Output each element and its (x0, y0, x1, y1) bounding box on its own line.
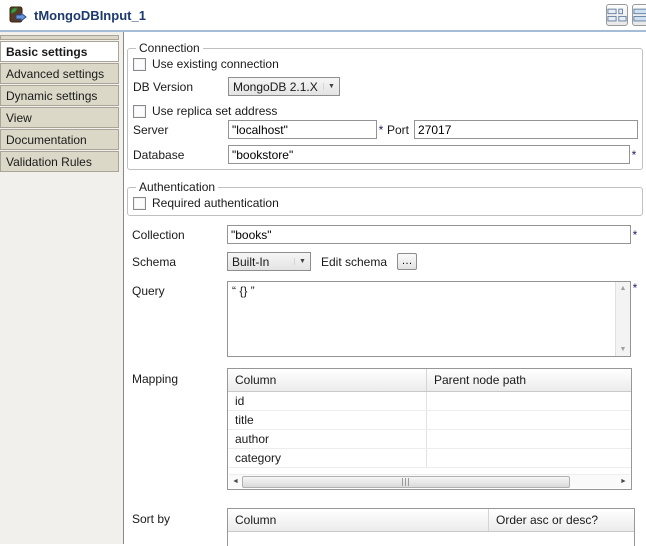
query-textarea[interactable]: “ {} ” ▲ ▼ (227, 281, 631, 357)
tab-label: Validation Rules (6, 155, 92, 169)
database-input[interactable] (228, 145, 630, 164)
component-title: tMongoDBInput_1 (34, 8, 146, 23)
query-label: Query (132, 281, 227, 298)
mapping-cell-column[interactable]: title (228, 411, 427, 429)
db-version-label: DB Version (133, 80, 228, 94)
mapping-cell-parent[interactable] (427, 430, 631, 448)
required-asterisk: * (631, 281, 639, 295)
tab-strip (0, 35, 119, 40)
required-authentication-checkbox[interactable] (133, 197, 146, 210)
edit-schema-label: Edit schema (321, 255, 387, 269)
sort-by-header-order[interactable]: Order asc or desc? (489, 509, 634, 531)
mapping-row[interactable]: title (228, 411, 631, 430)
mapping-cell-column[interactable]: author (228, 430, 427, 448)
scrollbar-thumb[interactable] (242, 476, 570, 488)
mapping-row[interactable]: id (228, 392, 631, 411)
sort-by-label: Sort by (132, 508, 227, 526)
tab-basic-settings[interactable]: Basic settings (0, 41, 119, 62)
collection-label: Collection (132, 228, 227, 242)
component-settings-window: tMongoDBInput_1 Basic sett (0, 0, 646, 546)
sort-by-table-header: Column Order asc or desc? (228, 509, 634, 532)
chevron-down-icon: ▼ (294, 258, 310, 265)
db-version-value: MongoDB 2.1.X (229, 80, 323, 94)
mapping-cell-parent[interactable] (427, 449, 631, 467)
tab-validation-rules[interactable]: Validation Rules (0, 151, 119, 172)
mapping-row[interactable]: category (228, 449, 631, 468)
component-header: tMongoDBInput_1 (0, 0, 646, 32)
vertical-layout-icon (633, 8, 646, 23)
tab-label: View (6, 111, 32, 125)
ellipsis-icon: … (402, 255, 413, 267)
schema-label: Schema (132, 255, 227, 269)
database-label: Database (133, 148, 228, 162)
scroll-down-icon[interactable]: ▼ (620, 343, 627, 356)
chevron-down-icon: ▼ (323, 83, 339, 90)
mapping-header-parent-node-path[interactable]: Parent node path (427, 369, 631, 391)
vertical-layout-button[interactable] (632, 4, 646, 26)
horizontal-layout-button[interactable] (606, 4, 628, 26)
use-existing-connection-checkbox[interactable] (133, 58, 146, 71)
schema-value: Built-In (228, 255, 294, 269)
use-existing-connection-label: Use existing connection (152, 57, 279, 71)
mapping-table: Column Parent node path id title author (227, 368, 632, 490)
collection-input[interactable] (227, 225, 631, 244)
query-vertical-scrollbar[interactable]: ▲ ▼ (615, 282, 630, 356)
tab-label: Dynamic settings (6, 89, 97, 103)
scrollbar-grip-icon (402, 478, 411, 486)
tab-label: Basic settings (6, 45, 87, 59)
authentication-group-legend: Authentication (136, 180, 218, 194)
server-label: Server (133, 123, 228, 137)
db-version-select[interactable]: MongoDB 2.1.X ▼ (228, 77, 340, 96)
connection-group: Connection Use existing connection DB Ve… (127, 41, 643, 170)
mapping-table-header: Column Parent node path (228, 369, 631, 392)
settings-tab-list: Basic settings Advanced settings Dynamic… (0, 32, 124, 544)
horizontal-layout-icon (607, 8, 627, 23)
mongodb-input-component-icon (9, 6, 27, 24)
tab-view[interactable]: View (0, 107, 119, 128)
required-asterisk: * (631, 228, 639, 242)
query-value: “ {} ” (232, 284, 255, 298)
tab-dynamic-settings[interactable]: Dynamic settings (0, 85, 119, 106)
mapping-cell-parent[interactable] (427, 411, 631, 429)
mapping-label: Mapping (132, 368, 227, 386)
use-replica-set-label: Use replica set address (152, 104, 277, 118)
tab-label: Advanced settings (6, 67, 104, 81)
scroll-left-icon[interactable]: ◄ (229, 478, 242, 485)
mapping-row[interactable]: author (228, 430, 631, 449)
tab-documentation[interactable]: Documentation (0, 129, 119, 150)
port-label: Port (387, 123, 409, 137)
scroll-up-icon[interactable]: ▲ (620, 282, 627, 295)
sort-by-table: Column Order asc or desc? (227, 508, 635, 546)
tab-advanced-settings[interactable]: Advanced settings (0, 63, 119, 84)
edit-schema-button[interactable]: … (397, 253, 417, 270)
required-asterisk: * (377, 123, 385, 137)
view-layout-buttons (606, 4, 646, 26)
sort-by-empty-body[interactable] (228, 532, 634, 546)
mapping-cell-column[interactable]: id (228, 392, 427, 410)
sort-by-header-column[interactable]: Column (228, 509, 489, 531)
mapping-horizontal-scrollbar[interactable]: ◄ ► (229, 474, 630, 488)
use-replica-set-checkbox[interactable] (133, 105, 146, 118)
basic-settings-panel: Connection Use existing connection DB Ve… (124, 32, 646, 544)
mapping-cell-column[interactable]: category (228, 449, 427, 467)
mapping-cell-parent[interactable] (427, 392, 631, 410)
port-input[interactable] (414, 120, 638, 139)
required-authentication-label: Required authentication (152, 196, 279, 210)
authentication-group: Authentication Required authentication (127, 180, 643, 216)
scroll-right-icon[interactable]: ► (617, 478, 630, 485)
server-input[interactable] (228, 120, 377, 139)
connection-group-legend: Connection (136, 41, 203, 55)
tab-label: Documentation (6, 133, 87, 147)
mapping-header-column[interactable]: Column (228, 369, 427, 391)
schema-select[interactable]: Built-In ▼ (227, 252, 311, 271)
required-asterisk: * (630, 148, 638, 162)
